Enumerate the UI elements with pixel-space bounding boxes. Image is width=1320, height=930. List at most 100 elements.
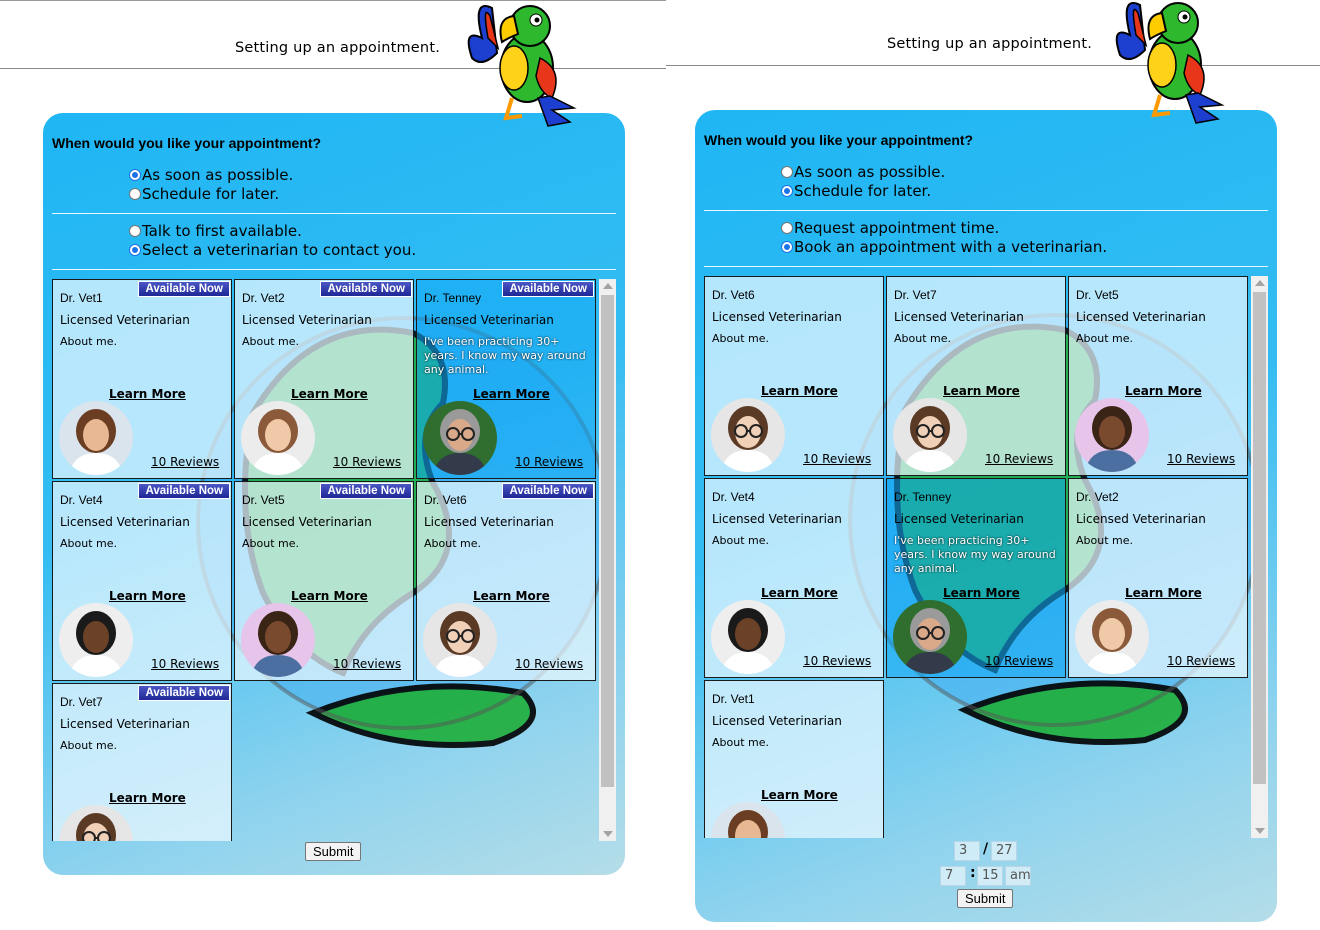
vet-avatar (711, 600, 785, 674)
reviews-link[interactable]: 10 Reviews (515, 455, 583, 469)
vet-name: Dr. Tenney (894, 490, 952, 504)
reviews-link[interactable]: 10 Reviews (803, 452, 871, 466)
submit-button[interactable]: Submit (305, 842, 362, 861)
vet-card[interactable]: Available Now Dr. Tenney Licensed Veterina… (416, 279, 596, 479)
vet-card[interactable]: Dr. Vet5 Licensed Veterinarian About me. Le… (1068, 276, 1248, 476)
divider (52, 213, 616, 214)
parrot-mascot-icon (1115, 2, 1225, 124)
option-select-vet[interactable]: Select a veterinarian to contact you. (129, 241, 416, 259)
vet-role: Licensed Veterinarian (712, 714, 842, 728)
radio-icon[interactable] (781, 241, 793, 253)
vet-card[interactable]: Available Now Dr. Vet2 Licensed Veterinari… (234, 279, 414, 479)
scroll-thumb[interactable] (1253, 292, 1266, 784)
radio-icon[interactable] (129, 188, 141, 200)
vet-card[interactable]: Available Now Dr. Vet6 Licensed Veterinari… (416, 481, 596, 681)
radio-icon[interactable] (781, 222, 793, 234)
learn-more-link[interactable]: Learn More (1125, 384, 1202, 398)
option-asap[interactable]: As soon as possible. (781, 163, 945, 181)
vet-list[interactable]: Available Now Dr. Vet1 Licensed Veterinari… (52, 279, 616, 841)
vet-card[interactable]: Dr. Vet6 Licensed Veterinarian About me. Le… (704, 276, 884, 476)
vet-name: Dr. Vet5 (1076, 288, 1119, 302)
ampm-input[interactable]: am (1005, 866, 1031, 886)
option-schedule-later[interactable]: Schedule for later. (129, 185, 279, 203)
vet-about: About me. (60, 537, 117, 550)
scroll-thumb[interactable] (601, 295, 614, 787)
vet-role: Licensed Veterinarian (712, 310, 842, 324)
vet-name: Dr. Tenney (424, 291, 482, 305)
vet-list-scrollbar[interactable] (599, 279, 616, 841)
vet-about: About me. (60, 335, 117, 348)
vet-card[interactable]: Available Now Dr. Vet4 Licensed Veterinari… (52, 481, 232, 681)
learn-more-link[interactable]: Learn More (109, 387, 186, 401)
learn-more-link[interactable]: Learn More (109, 589, 186, 603)
radio-icon[interactable] (129, 169, 141, 181)
reviews-link[interactable]: 10 Reviews (151, 455, 219, 469)
vet-avatar (1075, 398, 1149, 472)
option-request-time[interactable]: Request appointment time. (781, 219, 999, 237)
radio-icon[interactable] (781, 166, 793, 178)
option-asap[interactable]: As soon as possible. (129, 166, 293, 184)
divider (704, 266, 1268, 267)
page-title: Setting up an appointment. (887, 36, 1093, 52)
learn-more-link[interactable]: Learn More (109, 791, 186, 805)
learn-more-link[interactable]: Learn More (1125, 586, 1202, 600)
radio-icon[interactable] (781, 185, 793, 197)
vet-card[interactable]: Dr. Vet4 Licensed Veterinarian About me. Le… (704, 478, 884, 678)
scroll-up-icon[interactable] (603, 283, 613, 289)
vet-card[interactable]: Available Now Dr. Vet5 Licensed Veterinari… (234, 481, 414, 681)
reviews-link[interactable]: 10 Reviews (803, 654, 871, 668)
scroll-down-icon[interactable] (603, 831, 613, 837)
vet-role: Licensed Veterinarian (894, 512, 1024, 526)
learn-more-link[interactable]: Learn More (291, 589, 368, 603)
learn-more-link[interactable]: Learn More (943, 586, 1020, 600)
vet-list-scrollbar[interactable] (1251, 276, 1268, 838)
reviews-link[interactable]: 10 Reviews (985, 452, 1053, 466)
submit-button[interactable]: Submit (957, 889, 1014, 908)
reviews-link[interactable]: 10 Reviews (151, 657, 219, 671)
learn-more-link[interactable]: Learn More (291, 387, 368, 401)
available-now-badge: Available Now (138, 281, 230, 297)
vet-list[interactable]: Dr. Vet6 Licensed Veterinarian About me. Le… (704, 276, 1268, 838)
available-now-badge: Available Now (502, 281, 594, 297)
month-input[interactable]: 3 (954, 841, 980, 861)
reviews-link[interactable]: 10 Reviews (985, 654, 1053, 668)
vet-about: I've been practicing 30+ years. I know m… (894, 534, 1056, 575)
vet-avatar (423, 401, 497, 475)
vet-card[interactable]: Dr. Vet7 Licensed Veterinarian About me. Le… (886, 276, 1066, 476)
vet-card[interactable]: Available Now Dr. Vet7 Licensed Veterinari… (52, 683, 232, 841)
reviews-link[interactable]: 10 Reviews (1167, 452, 1235, 466)
reviews-link[interactable]: 10 Reviews (515, 657, 583, 671)
radio-icon[interactable] (129, 244, 141, 256)
learn-more-link[interactable]: Learn More (473, 387, 550, 401)
option-schedule-later[interactable]: Schedule for later. (781, 182, 931, 200)
learn-more-link[interactable]: Learn More (761, 788, 838, 802)
vet-card[interactable]: Dr. Vet2 Licensed Veterinarian About me. Le… (1068, 478, 1248, 678)
vet-name: Dr. Vet7 (60, 695, 103, 709)
reviews-link[interactable]: 10 Reviews (333, 455, 401, 469)
radio-icon[interactable] (129, 225, 141, 237)
vet-avatar (241, 603, 315, 677)
option-label: Request appointment time. (794, 219, 1000, 237)
time-separator: : (970, 865, 976, 881)
learn-more-link[interactable]: Learn More (761, 384, 838, 398)
minute-input[interactable]: 15 (977, 866, 1003, 886)
learn-more-link[interactable]: Learn More (473, 589, 550, 603)
vet-card[interactable]: Available Now Dr. Vet1 Licensed Veterinari… (52, 279, 232, 479)
vet-card[interactable]: Dr. Tenney Licensed Veterinarian I've been… (886, 478, 1066, 678)
day-input[interactable]: 27 (991, 841, 1017, 861)
learn-more-link[interactable]: Learn More (761, 586, 838, 600)
option-first-available[interactable]: Talk to first available. (129, 222, 302, 240)
option-book-vet[interactable]: Book an appointment with a veterinarian. (781, 238, 1107, 256)
vet-role: Licensed Veterinarian (894, 310, 1024, 324)
learn-more-link[interactable]: Learn More (943, 384, 1020, 398)
option-label: Book an appointment with a veterinarian. (794, 238, 1108, 256)
vet-about: About me. (712, 332, 769, 345)
hour-input[interactable]: 7 (940, 866, 966, 886)
vet-card[interactable]: Dr. Vet1 Licensed Veterinarian About me. Le… (704, 680, 884, 838)
scroll-down-icon[interactable] (1255, 828, 1265, 834)
available-now-badge: Available Now (138, 685, 230, 701)
reviews-link[interactable]: 10 Reviews (333, 657, 401, 671)
vet-role: Licensed Veterinarian (60, 515, 190, 529)
scroll-up-icon[interactable] (1255, 280, 1265, 286)
reviews-link[interactable]: 10 Reviews (1167, 654, 1235, 668)
